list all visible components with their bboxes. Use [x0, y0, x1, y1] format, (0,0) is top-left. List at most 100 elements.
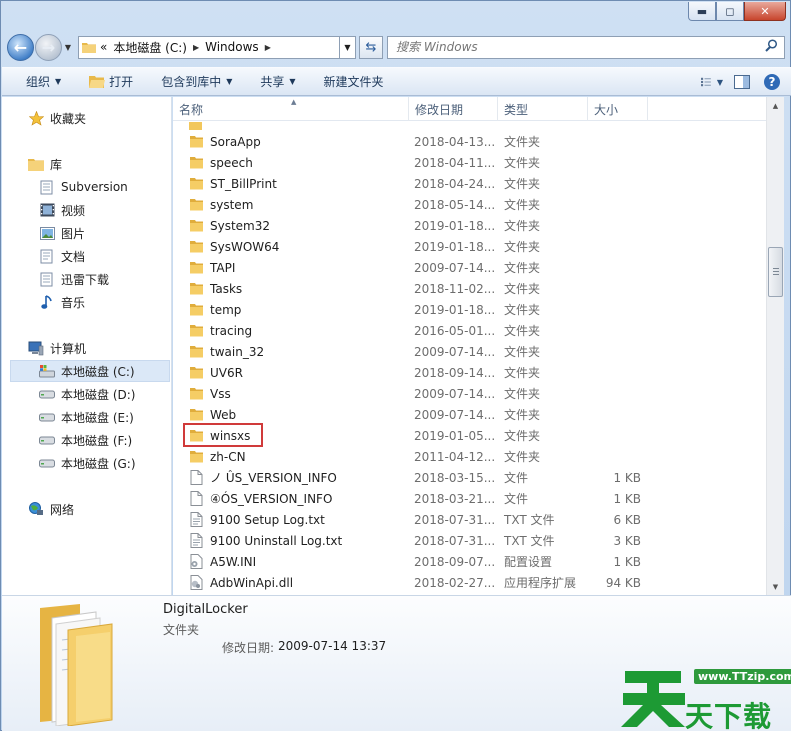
nav-favorites[interactable]: 收藏夹 [28, 108, 86, 128]
search-input[interactable] [396, 40, 696, 54]
file-row[interactable]: temp 2019-01-18... 文件夹 [173, 299, 766, 320]
document-icon [39, 271, 55, 287]
file-row[interactable]: ④ÓS_VERSION_INFO 2018-03-21... 文件 1 KB [173, 488, 766, 509]
nav-lib-music[interactable]: 音乐 [39, 292, 85, 312]
file-row[interactable]: zh-CN 2011-04-12... 文件夹 [173, 446, 766, 467]
file-row[interactable]: 9100 Setup Log.txt 2018-07-31... TXT 文件 6 K… [173, 509, 766, 530]
watermark-url: www.TTzip.com [694, 669, 791, 684]
address-dropdown[interactable]: ▼ [340, 35, 356, 59]
share-button[interactable]: 共享 ▼ [260, 73, 295, 90]
sort-ascending-icon: ▲ [291, 98, 297, 106]
address-overflow[interactable]: « [100, 40, 107, 54]
scroll-up-button[interactable]: ▲ [767, 97, 784, 114]
dll-file-icon [189, 575, 204, 590]
file-date: 2019-01-18... [414, 239, 496, 254]
partial-row-above [189, 121, 769, 131]
file-row[interactable]: A5W.INI 2018-09-07... 配置设置 1 KB [173, 551, 766, 572]
history-dropdown[interactable]: ▼ [62, 43, 74, 52]
folder-icon [189, 281, 204, 296]
nav-drive-g[interactable]: 本地磁盘 (G:) [39, 453, 136, 473]
file-row[interactable]: SysWOW64 2019-01-18... 文件夹 [173, 236, 766, 257]
nav-lib-label: 迅雷下载 [61, 272, 110, 287]
help-button[interactable]: ? [761, 72, 783, 92]
nav-lib-documents[interactable]: 文档 [39, 246, 85, 266]
navigation-pane: 收藏夹 库 Subversion 视频 图片 文档 迅雷下载 音乐 计算机 本地… [2, 97, 172, 595]
file-type: 文件夹 [504, 240, 541, 254]
new-folder-button[interactable]: 新建文件夹 [324, 73, 384, 90]
column-header-date[interactable]: 修改日期 [409, 97, 498, 121]
file-row[interactable]: System32 2019-01-18... 文件夹 [173, 215, 766, 236]
drive-icon [39, 409, 55, 425]
vertical-scrollbar[interactable]: ▲ ▼ [766, 97, 784, 595]
nav-drive-label: 本地磁盘 (C:) [61, 364, 135, 379]
refresh-button[interactable]: ⇆ [359, 35, 383, 59]
open-button[interactable]: 打开 [89, 73, 133, 90]
nav-drive-c[interactable]: 本地磁盘 (C:) [39, 361, 135, 381]
chevron-right-icon[interactable]: ▶ [265, 43, 271, 52]
file-date: 2018-09-07... [414, 554, 496, 569]
file-row[interactable]: SoraApp 2018-04-13... 文件夹 [173, 131, 766, 152]
file-row[interactable]: AdbWinApi.dll 2018-02-27... 应用程序扩展 94 KB [173, 572, 766, 593]
file-row[interactable]: winsxs 2019-01-05... 文件夹 [173, 425, 766, 446]
preview-pane-button[interactable] [731, 72, 753, 92]
file-row[interactable]: twain_32 2009-07-14... 文件夹 [173, 341, 766, 362]
file-row[interactable]: speech 2018-04-11... 文件夹 [173, 152, 766, 173]
file-row[interactable]: tracing 2016-05-01... 文件夹 [173, 320, 766, 341]
scroll-down-button[interactable]: ▼ [767, 578, 784, 595]
include-library-button[interactable]: 包含到库中 ▼ [161, 73, 232, 90]
nav-lib-subversion[interactable]: Subversion [39, 177, 128, 197]
file-type: 文件夹 [504, 219, 541, 233]
nav-drive-e[interactable]: 本地磁盘 (E:) [39, 407, 134, 427]
forward-button[interactable]: → [35, 33, 62, 61]
nav-libraries[interactable]: 库 [28, 154, 62, 174]
details-date-label: 修改日期: [222, 641, 275, 655]
nav-drive-f[interactable]: 本地磁盘 (F:) [39, 430, 132, 450]
large-folder-icon [40, 604, 113, 726]
search-icon[interactable] [765, 39, 778, 55]
address-segment-windows[interactable]: Windows [205, 40, 259, 54]
drive-icon [39, 386, 55, 402]
nav-network-label: 网络 [50, 502, 75, 517]
nav-lib-videos[interactable]: 视频 [39, 200, 85, 220]
close-button[interactable]: ✕ [744, 2, 786, 21]
file-row[interactable]: Vss 2009-07-14... 文件夹 [173, 383, 766, 404]
file-row[interactable]: UV6R 2018-09-14... 文件夹 [173, 362, 766, 383]
file-row[interactable]: TAPI 2009-07-14... 文件夹 [173, 257, 766, 278]
file-row[interactable]: Web 2009-07-14... 文件夹 [173, 404, 766, 425]
chevron-down-icon: ▼ [344, 42, 351, 52]
file-list-pane: 名称 修改日期 类型 大小 ▲ SoraApp 2018-04-13... 文件夹 s… [173, 97, 766, 595]
file-type: 文件 [504, 471, 529, 485]
address-bar[interactable]: « 本地磁盘 (C:) ▶ Windows ▶ [78, 35, 340, 59]
file-name: ST_BillPrint [210, 176, 277, 191]
nav-lib-thunder-downloads[interactable]: 迅雷下载 [39, 269, 109, 289]
nav-drive-d[interactable]: 本地磁盘 (D:) [39, 384, 135, 404]
column-header-type[interactable]: 类型 [498, 97, 588, 121]
network-icon [28, 501, 44, 517]
view-options-button[interactable]: ▼ [701, 72, 723, 92]
file-row[interactable]: Tasks 2018-11-02... 文件夹 [173, 278, 766, 299]
drive-icon [39, 432, 55, 448]
chevron-right-icon[interactable]: ▶ [193, 43, 199, 52]
folder-icon [189, 365, 204, 380]
back-button[interactable]: ← [7, 33, 34, 61]
nav-computer[interactable]: 计算机 [28, 338, 86, 358]
folder-icon [189, 344, 204, 359]
grip-line [773, 271, 779, 272]
file-name: Tasks [210, 281, 243, 296]
nav-lib-label: 视频 [61, 203, 86, 218]
file-type: 文件夹 [504, 345, 541, 359]
grip-line [773, 274, 779, 275]
nav-network[interactable]: 网络 [28, 499, 74, 519]
column-header-size[interactable]: 大小 [588, 97, 648, 121]
file-row[interactable]: system 2018-05-14... 文件夹 [173, 194, 766, 215]
organize-button[interactable]: 组织 ▼ [26, 73, 61, 90]
minimize-button[interactable]: ▬ [688, 2, 716, 21]
file-row[interactable]: 9100 Uninstall Log.txt 2018-07-31... TXT 文… [173, 530, 766, 551]
nav-lib-pictures[interactable]: 图片 [39, 223, 85, 243]
file-row[interactable]: ノ ÛS_VERSION_INFO 2018-03-15... 文件 1 KB [173, 467, 766, 488]
address-segment-drive[interactable]: 本地磁盘 (C:) [113, 39, 187, 56]
scroll-thumb[interactable] [768, 247, 783, 297]
maximize-button[interactable]: ◻ [716, 2, 744, 21]
search-box[interactable] [387, 35, 785, 59]
file-row[interactable]: ST_BillPrint 2018-04-24... 文件夹 [173, 173, 766, 194]
